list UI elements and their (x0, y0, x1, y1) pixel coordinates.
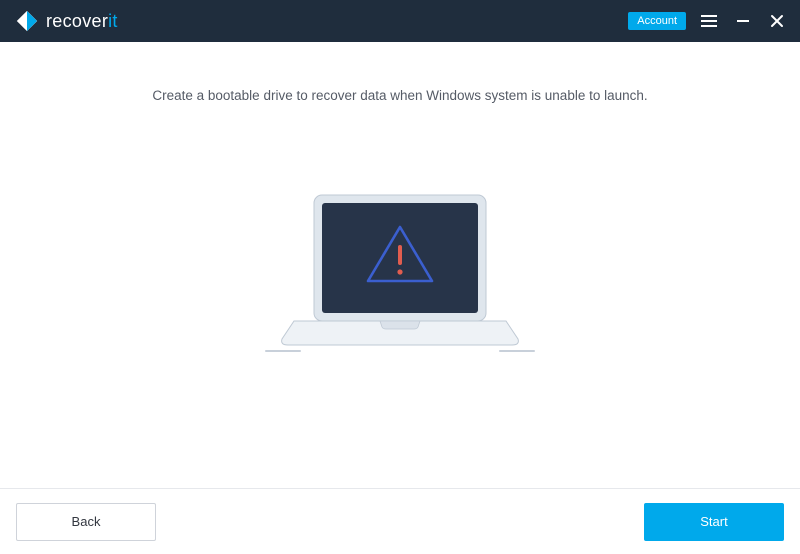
titlebar: recoverit Account (0, 0, 800, 42)
app-logo: recoverit (16, 10, 118, 32)
logo-text-accent: it (108, 11, 118, 31)
start-button[interactable]: Start (644, 503, 784, 541)
minimize-icon[interactable] (732, 10, 754, 32)
logo-text: recoverit (46, 11, 118, 32)
logo-text-prefix: recover (46, 11, 108, 31)
main-content: Create a bootable drive to recover data … (0, 42, 800, 488)
menu-icon[interactable] (698, 10, 720, 32)
footer-bar: Back Start (0, 488, 800, 554)
laptop-warning-illustration (260, 189, 540, 384)
close-icon[interactable] (766, 10, 788, 32)
logo-mark-icon (16, 10, 38, 32)
titlebar-controls: Account (628, 10, 788, 32)
back-button[interactable]: Back (16, 503, 156, 541)
headline-text: Create a bootable drive to recover data … (152, 88, 647, 103)
account-button[interactable]: Account (628, 12, 686, 30)
